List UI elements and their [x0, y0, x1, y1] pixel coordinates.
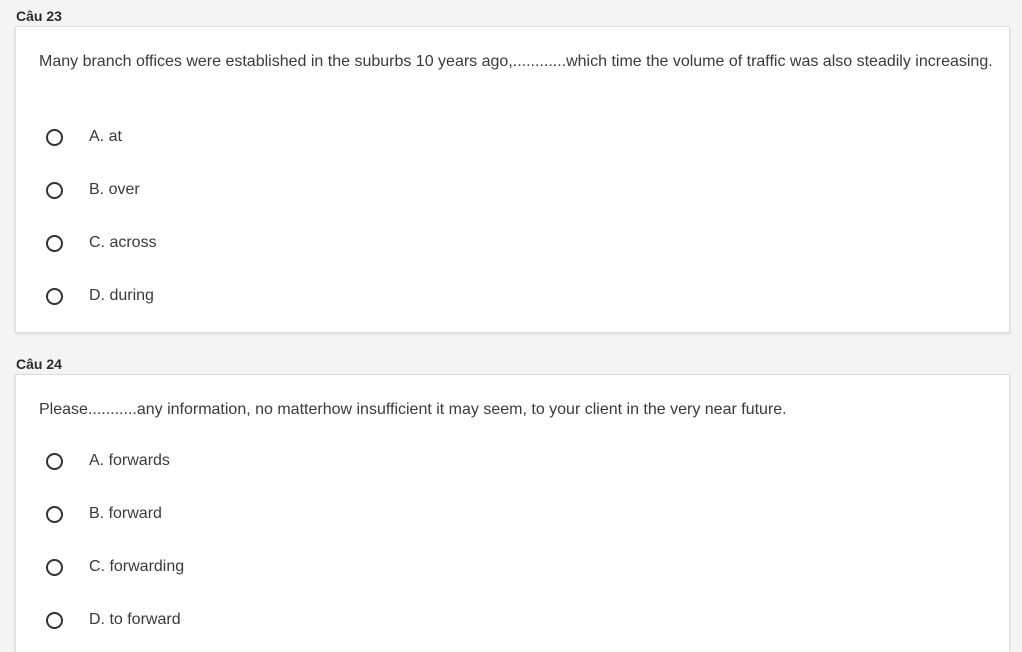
- question-number: Câu 23: [16, 8, 62, 24]
- question-number: Câu 24: [16, 356, 62, 372]
- answer-option-label: C. across: [89, 234, 157, 251]
- question-text: Please...........any information, no mat…: [39, 401, 787, 418]
- radio-button-icon[interactable]: [46, 505, 63, 523]
- answer-option-d[interactable]: D. during: [46, 284, 154, 308]
- question-card: Many branch offices were established in …: [15, 26, 1010, 333]
- answer-option-label: D. to forward: [89, 611, 181, 628]
- answer-option-label: C. forwarding: [89, 558, 185, 575]
- radio-button-icon[interactable]: [46, 452, 63, 470]
- radio-button-icon[interactable]: [46, 128, 63, 146]
- quiz-page: Câu 23 Many branch offices were establis…: [0, 0, 1022, 652]
- answer-option-b[interactable]: B. forward: [46, 502, 162, 526]
- answer-option-a[interactable]: A. at: [46, 125, 122, 149]
- answer-option-b[interactable]: B. over: [46, 178, 140, 202]
- radio-button-icon[interactable]: [46, 287, 63, 305]
- answer-option-label: A. at: [89, 128, 122, 145]
- radio-button-icon[interactable]: [46, 181, 63, 199]
- answer-option-label: A. forwards: [89, 452, 170, 469]
- radio-button-icon[interactable]: [46, 611, 63, 629]
- answer-option-label: B. forward: [89, 505, 162, 522]
- answer-option-d[interactable]: D. to forward: [46, 608, 181, 632]
- answer-option-a[interactable]: A. forwards: [46, 449, 170, 473]
- answer-option-c[interactable]: C. forwarding: [46, 555, 184, 579]
- answer-option-c[interactable]: C. across: [46, 231, 157, 255]
- answer-option-label: D. during: [89, 287, 154, 304]
- radio-button-icon[interactable]: [46, 234, 63, 252]
- question-card: Please...........any information, no mat…: [15, 374, 1010, 652]
- radio-button-icon[interactable]: [46, 558, 63, 576]
- answer-option-label: B. over: [89, 181, 140, 198]
- question-text: Many branch offices were established in …: [39, 53, 993, 70]
